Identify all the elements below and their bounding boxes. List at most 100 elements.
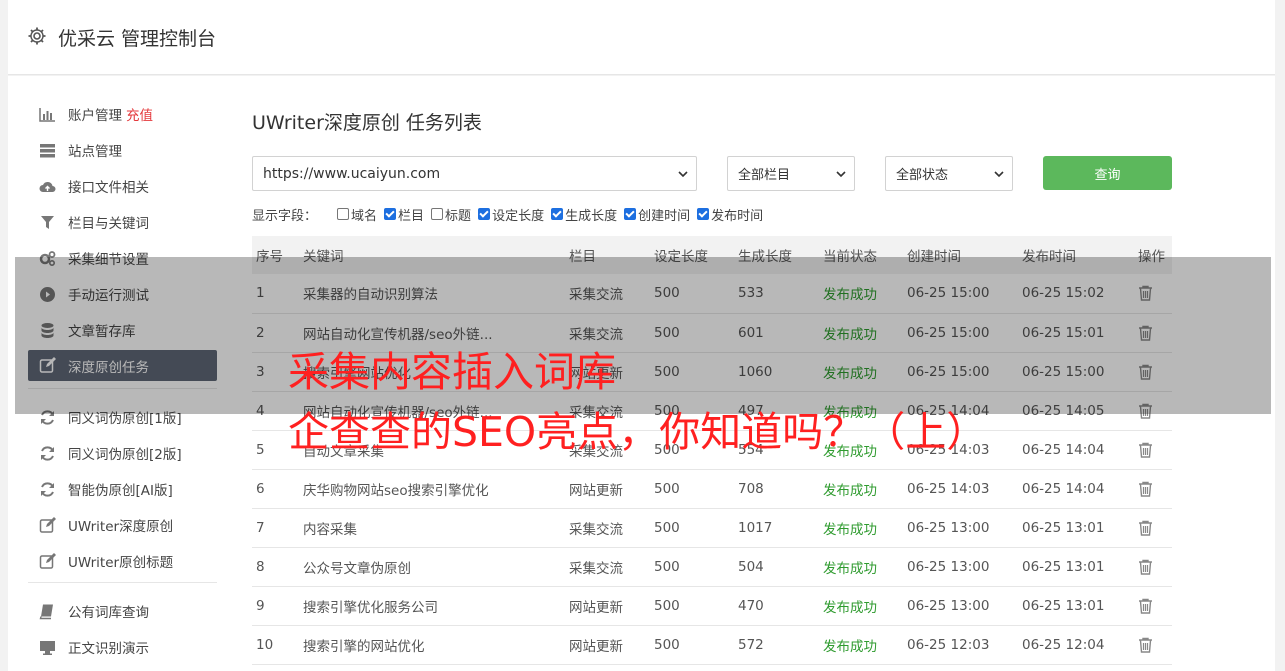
sidebar-item-text-recognition[interactable]: 正文识别演示 bbox=[28, 629, 217, 665]
sidebar-item-sites[interactable]: 站点管理 bbox=[28, 132, 217, 168]
trash-icon[interactable] bbox=[1138, 637, 1153, 653]
cell-index: 9 bbox=[252, 586, 299, 626]
query-button[interactable]: 查询 bbox=[1043, 156, 1172, 190]
cell-published: 06-25 14:04 bbox=[1018, 469, 1134, 509]
checkbox-label: 栏目 bbox=[398, 208, 425, 224]
cell-actions bbox=[1134, 430, 1172, 470]
recharge-link[interactable]: 充值 bbox=[126, 104, 153, 124]
cell-actions bbox=[1134, 625, 1172, 665]
field-checkbox-published[interactable]: 发布时间 bbox=[697, 205, 763, 224]
overlay-caption-line2: 企查查的SEO亮点，你知道吗？（上） bbox=[288, 408, 988, 456]
chevron-down-icon bbox=[836, 171, 846, 178]
cell-created: 06-25 13:00 bbox=[903, 508, 1018, 548]
cell-published: 06-25 13:01 bbox=[1018, 547, 1134, 587]
checkbox-label: 标题 bbox=[445, 208, 472, 224]
field-checkbox-title[interactable]: 标题 bbox=[431, 205, 471, 224]
cell-keyword: 搜索引擎优化服务公司 bbox=[299, 586, 565, 626]
field-checkbox-created[interactable]: 创建时间 bbox=[624, 205, 690, 224]
edit-icon bbox=[39, 552, 56, 569]
cell-gen-length: 504 bbox=[734, 547, 819, 587]
sidebar-item-account[interactable]: 账户管理 充值 bbox=[28, 96, 217, 132]
edit-icon bbox=[39, 516, 56, 533]
cell-status: 发布成功 bbox=[819, 586, 903, 626]
sidebar-item-label: 账户管理 bbox=[68, 108, 122, 124]
cell-published: 06-25 14:04 bbox=[1018, 430, 1134, 470]
field-checkbox-column[interactable]: 栏目 bbox=[384, 205, 424, 224]
cell-published: 06-25 12:04 bbox=[1018, 625, 1134, 665]
field-checkbox-gen-length[interactable]: 生成长度 bbox=[551, 205, 617, 224]
cell-status: 发布成功 bbox=[819, 547, 903, 587]
filter-bar: https://www.ucaiyun.com 全部栏目 全部状态 查询 bbox=[252, 156, 1172, 192]
cell-column: 网站更新 bbox=[565, 625, 650, 665]
status-select-value: 全部状态 bbox=[896, 168, 949, 183]
cell-column: 网站更新 bbox=[565, 469, 650, 509]
overlay-caption-line1: 采集内容插入词库 bbox=[288, 348, 616, 396]
cell-column: 采集交流 bbox=[565, 547, 650, 587]
cloud-upload-icon bbox=[39, 181, 56, 192]
sidebar-item-uwriter-deep[interactable]: UWriter深度原创 bbox=[28, 507, 217, 543]
filter-icon bbox=[41, 215, 54, 229]
cell-status: 发布成功 bbox=[819, 625, 903, 665]
sidebar-item-label: 同义词伪原创[2版] bbox=[68, 447, 182, 463]
sidebar-item-label: 智能伪原创[AI版] bbox=[68, 483, 173, 499]
sidebar-item-interface[interactable]: 接口文件相关 bbox=[28, 168, 217, 204]
field-checkbox-set-length[interactable]: 设定长度 bbox=[478, 205, 544, 224]
sidebar-item-keywords[interactable]: 栏目与关键词 bbox=[28, 204, 217, 240]
cell-keyword: 搜索引擎的网站优化 bbox=[299, 625, 565, 665]
book-icon bbox=[39, 604, 53, 619]
cell-actions bbox=[1134, 508, 1172, 548]
cell-created: 06-25 13:00 bbox=[903, 547, 1018, 587]
cell-actions bbox=[1134, 547, 1172, 587]
site-url-value: https://www.ucaiyun.com bbox=[263, 165, 441, 182]
sidebar-item-label: 公有词库查询 bbox=[68, 605, 149, 621]
refresh-icon bbox=[41, 445, 54, 461]
sidebar-divider bbox=[28, 582, 217, 583]
table-row: 8 公众号文章伪原创 采集交流 500 504 发布成功 06-25 13:00… bbox=[252, 547, 1172, 587]
chevron-down-icon bbox=[678, 171, 688, 178]
checkbox-box[interactable] bbox=[337, 208, 350, 220]
checkbox-box[interactable] bbox=[551, 208, 564, 220]
gear-icon[interactable] bbox=[27, 26, 47, 46]
site-url-select[interactable]: https://www.ucaiyun.com bbox=[252, 156, 697, 191]
server-icon bbox=[40, 143, 55, 157]
status-select[interactable]: 全部状态 bbox=[885, 156, 1013, 191]
checkbox-box[interactable] bbox=[478, 208, 491, 220]
trash-icon[interactable] bbox=[1138, 481, 1153, 497]
sidebar-item-label: 接口文件相关 bbox=[68, 180, 149, 196]
chevron-down-icon bbox=[994, 171, 1004, 178]
checkbox-label: 发布时间 bbox=[711, 208, 764, 224]
cell-created: 06-25 14:03 bbox=[903, 469, 1018, 509]
cell-created: 06-25 13:00 bbox=[903, 586, 1018, 626]
sidebar-item-public-lexicon[interactable]: 公有词库查询 bbox=[28, 593, 217, 629]
cell-set-length: 500 bbox=[650, 586, 734, 626]
checkbox-box[interactable] bbox=[624, 208, 637, 220]
sidebar-item-uwriter-title[interactable]: UWriter原创标题 bbox=[28, 543, 217, 579]
field-checkbox-domain[interactable]: 域名 bbox=[337, 205, 377, 224]
trash-icon[interactable] bbox=[1138, 442, 1153, 458]
sidebar-item-ai-rewrite[interactable]: 智能伪原创[AI版] bbox=[28, 471, 217, 507]
checkbox-label: 设定长度 bbox=[492, 208, 545, 224]
bar-chart-icon bbox=[39, 107, 55, 122]
cell-index: 10 bbox=[252, 625, 299, 665]
cell-published: 06-25 13:01 bbox=[1018, 586, 1134, 626]
checkbox-box[interactable] bbox=[431, 208, 444, 220]
column-select[interactable]: 全部栏目 bbox=[727, 156, 855, 191]
sidebar-item-label: 正文识别演示 bbox=[68, 641, 149, 657]
sidebar-item-label: 栏目与关键词 bbox=[68, 216, 149, 232]
sidebar-item-synonym-v2[interactable]: 同义词伪原创[2版] bbox=[28, 435, 217, 471]
checkbox-label: 生成长度 bbox=[565, 208, 618, 224]
trash-icon[interactable] bbox=[1138, 520, 1153, 536]
trash-icon[interactable] bbox=[1138, 598, 1153, 614]
cell-column: 网站更新 bbox=[565, 586, 650, 626]
page-title: UWriter深度原创 任务列表 bbox=[252, 112, 482, 134]
trash-icon[interactable] bbox=[1138, 559, 1153, 575]
checkbox-box[interactable] bbox=[697, 208, 710, 220]
table-row: 6 庆华购物网站seo搜索引擎优化 网站更新 500 708 发布成功 06-2… bbox=[252, 469, 1172, 509]
cell-column: 采集交流 bbox=[565, 508, 650, 548]
cell-gen-length: 572 bbox=[734, 625, 819, 665]
cell-actions bbox=[1134, 586, 1172, 626]
cell-set-length: 500 bbox=[650, 508, 734, 548]
cell-published: 06-25 13:01 bbox=[1018, 508, 1134, 548]
checkbox-box[interactable] bbox=[384, 208, 397, 220]
display-fields-label: 显示字段： bbox=[252, 208, 318, 224]
